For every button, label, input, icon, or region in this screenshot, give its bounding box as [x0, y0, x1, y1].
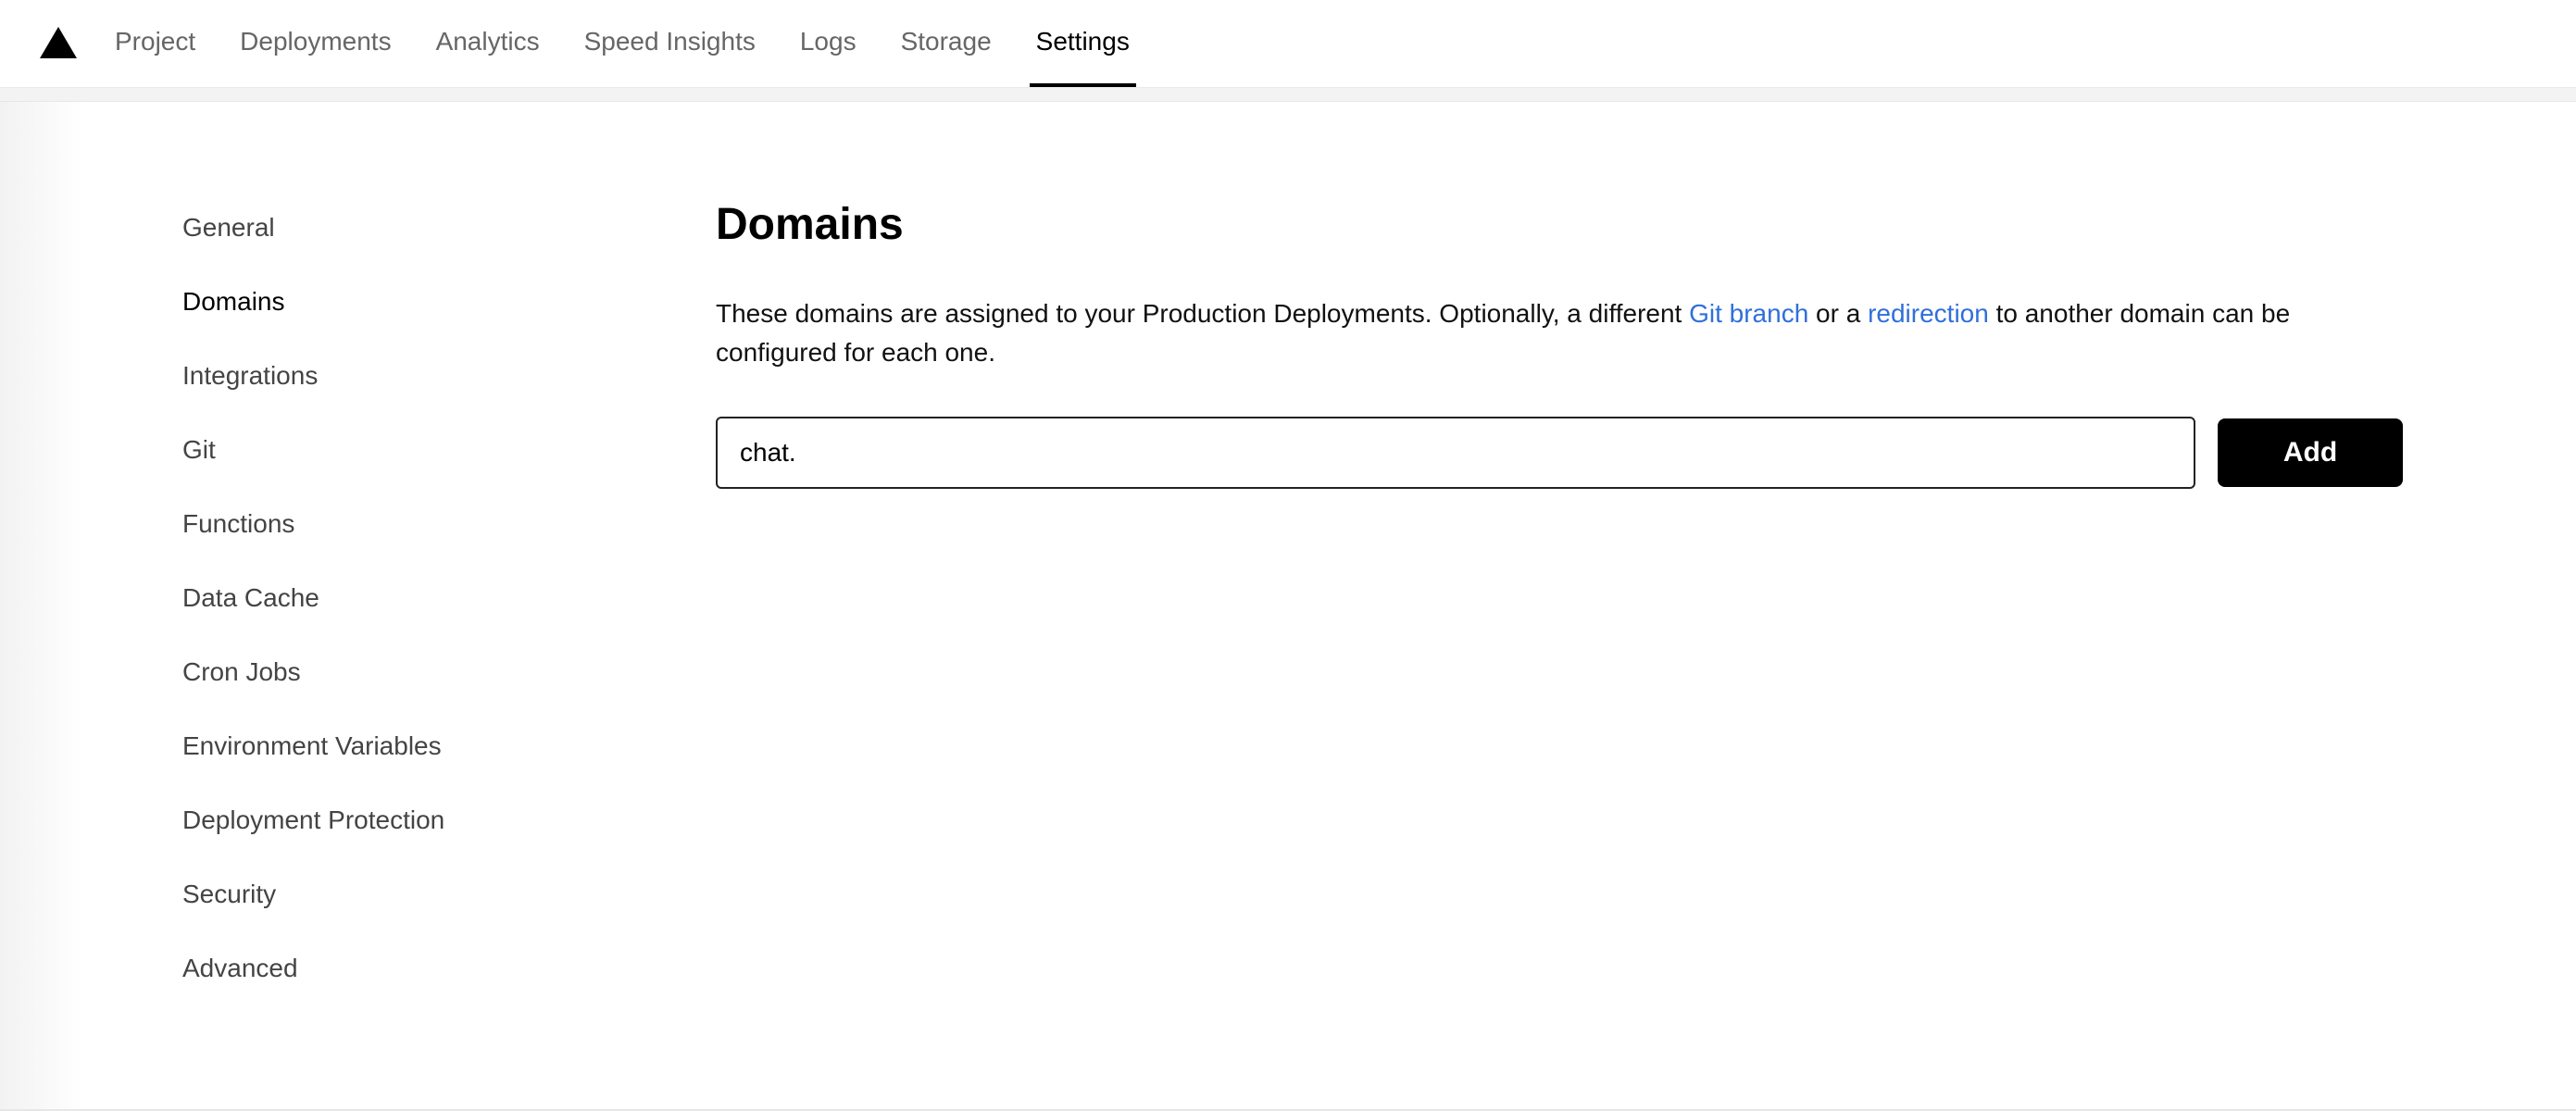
sidebar-item-functions[interactable]: Functions: [182, 502, 444, 576]
add-button[interactable]: Add: [2218, 418, 2403, 487]
sidebar-item-cron-jobs[interactable]: Cron Jobs: [182, 650, 444, 724]
description-text-1: These domains are assigned to your Produ…: [716, 299, 1690, 328]
sidebar-item-deployment-protection[interactable]: Deployment Protection: [182, 798, 444, 872]
redirection-link[interactable]: redirection: [1868, 299, 1989, 328]
sidebar-item-security[interactable]: Security: [182, 872, 444, 946]
sidebar-item-advanced[interactable]: Advanced: [182, 946, 444, 1020]
tab-speed-insights[interactable]: Speed Insights: [571, 0, 769, 87]
domains-panel: Domains These domains are assigned to yo…: [716, 185, 2410, 489]
tab-deployments[interactable]: Deployments: [227, 0, 404, 87]
domains-description: These domains are assigned to your Produ…: [716, 294, 2410, 372]
git-branch-link[interactable]: Git branch: [1689, 299, 1808, 328]
top-navigation: Project Deployments Analytics Speed Insi…: [0, 0, 2576, 88]
domain-input[interactable]: [716, 417, 2195, 489]
sidebar-item-general[interactable]: General: [182, 206, 444, 280]
sidebar-item-environment-variables[interactable]: Environment Variables: [182, 724, 444, 798]
settings-sidebar: General Domains Integrations Git Functio…: [182, 206, 444, 1020]
sidebar-item-git[interactable]: Git: [182, 428, 444, 502]
tab-logs[interactable]: Logs: [787, 0, 869, 87]
sidebar-item-data-cache[interactable]: Data Cache: [182, 576, 444, 650]
tab-settings[interactable]: Settings: [1023, 0, 1143, 87]
tab-storage[interactable]: Storage: [888, 0, 1005, 87]
nav-tabs: Project Deployments Analytics Speed Insi…: [102, 0, 1161, 87]
page-left-shade: [0, 102, 83, 1111]
tab-project[interactable]: Project: [102, 0, 208, 87]
add-domain-form: Add: [716, 417, 2403, 489]
sidebar-item-domains[interactable]: Domains: [182, 280, 444, 354]
sidebar-item-integrations[interactable]: Integrations: [182, 354, 444, 428]
nav-divider: [0, 88, 2576, 102]
page-title: Domains: [716, 200, 904, 249]
triangle-logo-icon[interactable]: [40, 27, 77, 58]
tab-analytics[interactable]: Analytics: [423, 0, 553, 87]
description-text-2: or a: [1808, 299, 1869, 328]
